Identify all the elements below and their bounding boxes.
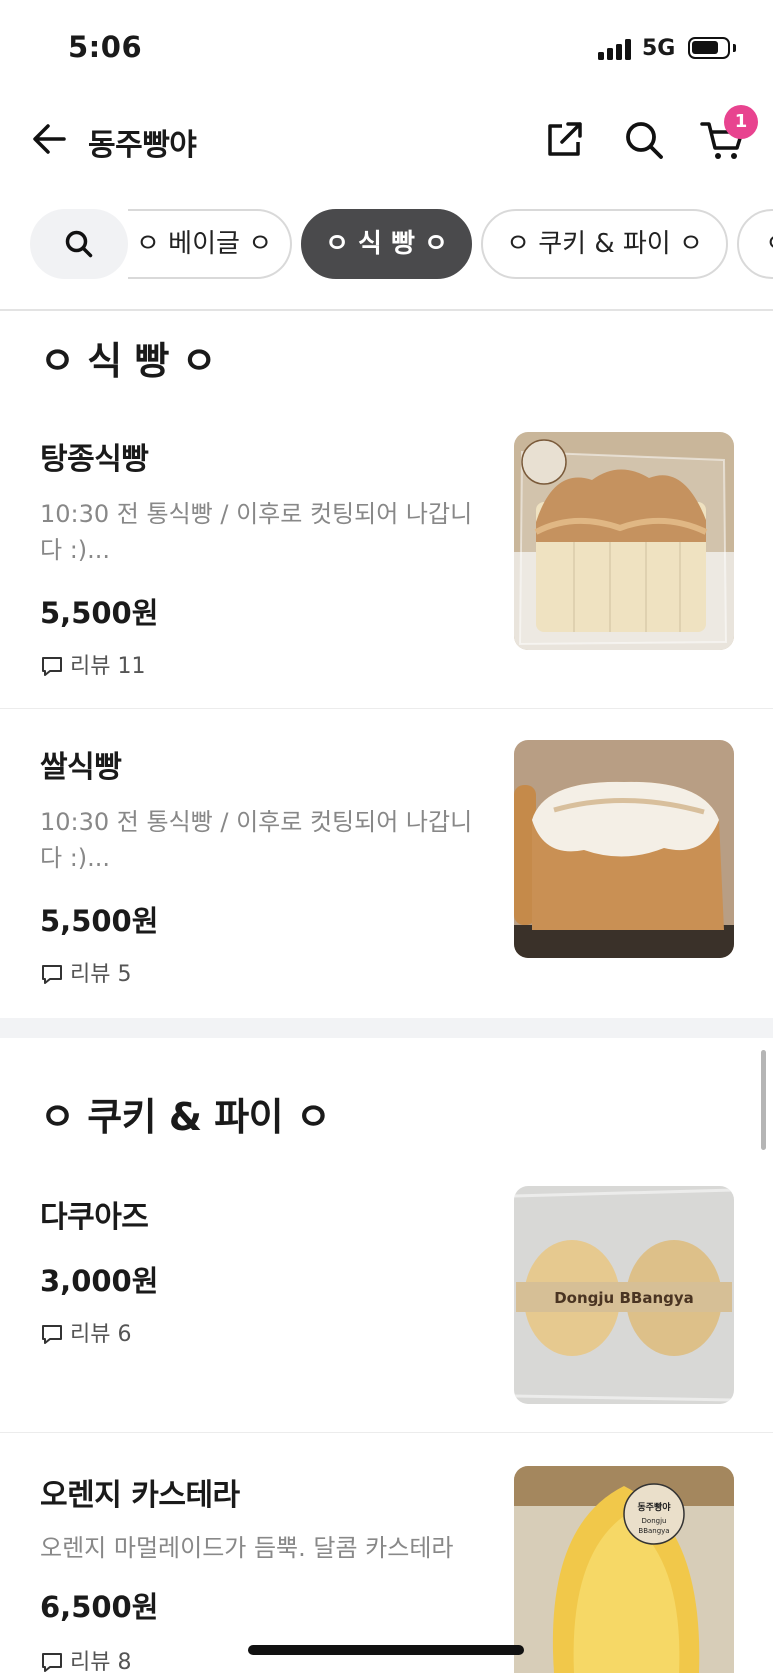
item-price: 6,500원 xyxy=(40,1590,159,1624)
cart-count-badge: 1 xyxy=(724,105,758,139)
back-arrow-icon[interactable] xyxy=(28,117,72,161)
item-desc: 10:30 전 통식빵 / 이후로 컷팅되어 나갑니다 :)... xyxy=(40,808,473,872)
item-name: 다쿠아즈 xyxy=(40,1200,149,1235)
item-name: 오렌지 카스테라 xyxy=(40,1478,240,1513)
item-review-text: 리뷰 8 xyxy=(70,1650,132,1673)
review-bubble-icon xyxy=(42,965,62,984)
item-review: 리뷰 11 xyxy=(40,648,145,680)
menu-item[interactable]: 쌀식빵 10:30 전 통식빵 / 이후로 컷팅되어 나갑니다 :)... 5,… xyxy=(0,716,773,1016)
item-price: 3,000원 xyxy=(40,1264,159,1298)
signal-icon xyxy=(598,38,634,60)
chip-next[interactable]: ㅇ xyxy=(737,209,773,279)
section-gap xyxy=(0,1018,773,1038)
item-review: 리뷰 6 xyxy=(40,1316,131,1348)
share-icon[interactable] xyxy=(542,118,586,162)
item-review-text: 리뷰 11 xyxy=(70,654,146,679)
item-price: 5,500원 xyxy=(40,904,159,938)
category-search-button[interactable] xyxy=(30,209,128,279)
image-text: Dongju BBangya xyxy=(554,1289,694,1307)
item-desc: 10:30 전 통식빵 / 이후로 컷팅되어 나갑니다 :)... xyxy=(40,500,473,564)
menu-item[interactable]: 오렌지 카스테라 오렌지 마멀레이드가 듬뿍. 달콤 카스테라 6,500원 리… xyxy=(0,1440,773,1673)
divider xyxy=(0,1432,773,1433)
status-bar: 5:06 5G xyxy=(0,0,773,92)
search-icon[interactable] xyxy=(622,118,666,162)
svg-text:동주빵야: 동주빵야 xyxy=(637,1501,671,1513)
item-image-dacquoise: Dongju BBangya xyxy=(514,1186,734,1404)
item-review: 리뷰 5 xyxy=(40,956,131,988)
app-header: 동주빵야 xyxy=(0,100,773,180)
store-title: 동주빵야 xyxy=(88,128,197,163)
home-indicator[interactable] xyxy=(248,1645,524,1655)
item-review: 리뷰 8 xyxy=(40,1644,131,1673)
item-image-bread-tangjong xyxy=(514,432,734,650)
svg-text:Dongju: Dongju xyxy=(642,1517,667,1525)
network-label: 5G xyxy=(642,36,676,61)
item-image-orange-castella: 동주빵야 Dongju BBangya xyxy=(514,1466,734,1673)
item-desc: 오렌지 마멀레이드가 듬뿍. 달콤 카스테라 xyxy=(40,1534,454,1562)
section-title-cookie-pie: ㅇ 쿠키 & 파이 ㅇ xyxy=(40,1095,331,1139)
chip-cookie-pie[interactable]: ㅇ 쿠키 & 파이 ㅇ xyxy=(481,209,728,279)
scrollbar[interactable] xyxy=(761,1050,766,1150)
menu-item[interactable]: 다쿠아즈 3,000원 리뷰 6 Dongju BBangya xyxy=(0,1162,773,1432)
status-time: 5:06 xyxy=(68,30,143,64)
svg-text:BBangya: BBangya xyxy=(638,1527,669,1535)
item-review-text: 리뷰 6 xyxy=(70,1322,132,1347)
battery-icon xyxy=(688,37,730,59)
item-image-bread-rice xyxy=(514,740,734,958)
chip-bagel[interactable]: ㅇ 베이글 ㅇ xyxy=(128,209,292,279)
section-title-bread: ㅇ 식 빵 ㅇ xyxy=(40,339,217,383)
item-name: 탕종식빵 xyxy=(40,442,149,477)
search-icon xyxy=(65,230,93,258)
item-review-text: 리뷰 5 xyxy=(70,962,132,987)
review-bubble-icon xyxy=(42,657,62,676)
item-price: 5,500원 xyxy=(40,596,159,630)
chip-bread[interactable]: ㅇ 식 빵 ㅇ xyxy=(301,209,472,279)
menu-item[interactable]: 탕종식빵 10:30 전 통식빵 / 이후로 컷팅되어 나갑니다 :)... 5… xyxy=(0,408,773,708)
review-bubble-icon xyxy=(42,1653,62,1672)
category-chip-bar: ㅇ 베이글 ㅇ ㅇ 식 빵 ㅇ ㅇ 쿠키 & 파이 ㅇ ㅇ xyxy=(0,205,773,283)
item-name: 쌀식빵 xyxy=(40,750,122,785)
divider xyxy=(0,708,773,709)
review-bubble-icon xyxy=(42,1325,62,1344)
divider xyxy=(0,309,773,311)
